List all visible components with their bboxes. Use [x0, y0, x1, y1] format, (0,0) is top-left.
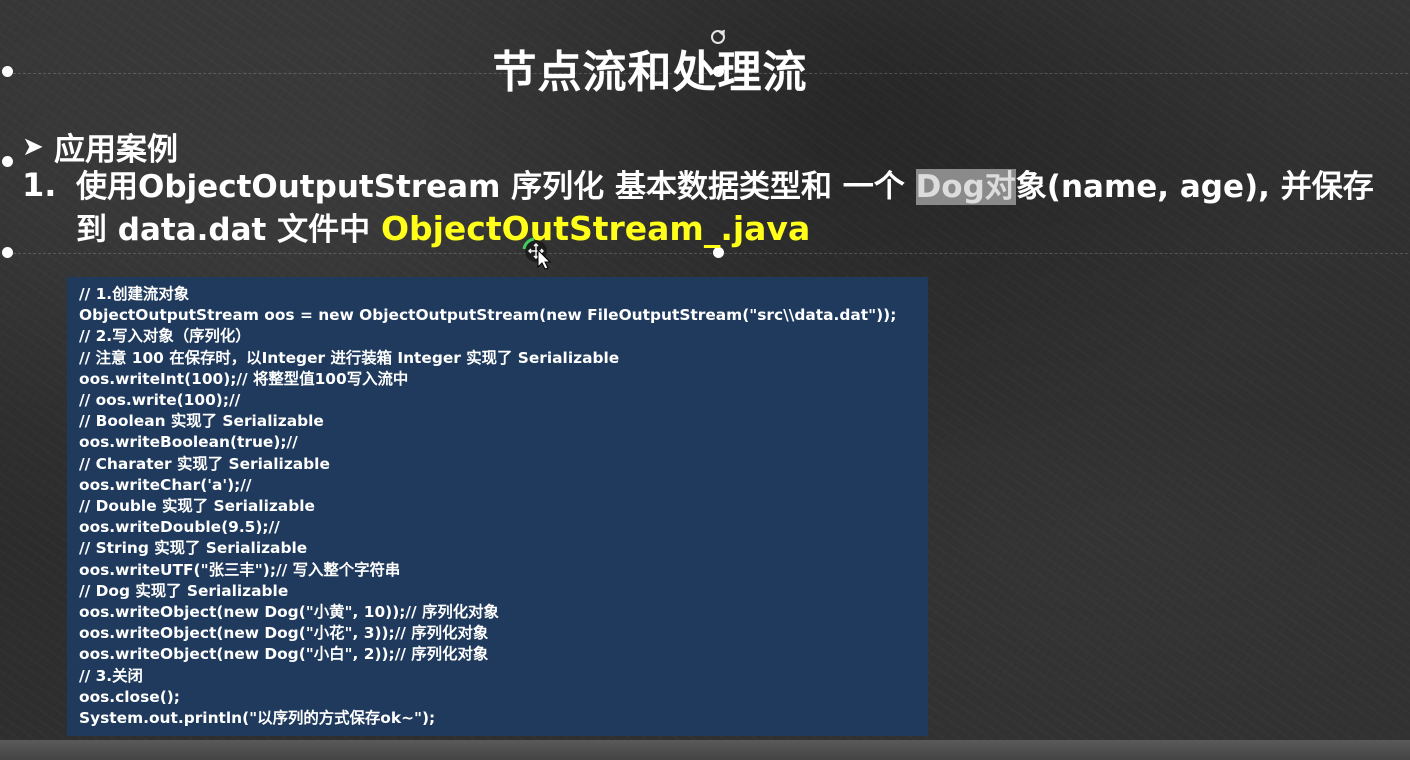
file-name-highlight: ObjectOutStream_.java: [380, 209, 811, 248]
code-line: // Charater 实现了 Serializable: [79, 454, 330, 473]
section-label: 应用案例: [54, 132, 178, 168]
code-line: oos.writeChar('a');//: [79, 475, 252, 494]
item-description[interactable]: 使用ObjectOutputStream 序列化 基本数据类型和 一个 Dog对…: [76, 166, 1396, 251]
code-line: oos.writeBoolean(true);//: [79, 433, 298, 452]
selection-guide-bottom: [8, 253, 1408, 254]
code-line: oos.writeInt(100);// 将整型值100写入流中: [79, 369, 409, 388]
item-number: 1.: [22, 166, 57, 204]
code-line: ObjectOutputStream oos = new ObjectOutpu…: [79, 306, 897, 325]
code-line: // Double 实现了 Serializable: [79, 497, 315, 516]
code-line: oos.writeDouble(9.5);//: [79, 518, 280, 537]
resize-handle-bottom-left[interactable]: [2, 247, 13, 258]
code-line: // 注意 100 在保存时，以Integer 进行装箱 Integer 实现了…: [79, 348, 620, 367]
move-cursor-icon: [522, 237, 552, 270]
dog-highlight: Dog对: [915, 169, 1016, 205]
code-line: // Dog 实现了 Serializable: [79, 581, 289, 600]
code-line: // 1.创建流对象: [79, 285, 190, 303]
item-text-part1: 使用ObjectOutputStream 序列化 基本数据类型和 一个: [76, 169, 916, 205]
code-line: // oos.write(100);//: [79, 391, 241, 410]
resize-handle-mid-left[interactable]: [2, 156, 13, 167]
arrow-bullet-icon: ➤: [22, 131, 44, 162]
section-heading: ➤ 应用案例: [22, 124, 178, 169]
code-line: System.out.println("以序列的方式保存ok~");: [79, 709, 436, 728]
code-line: oos.close();: [79, 687, 180, 706]
code-line: oos.writeObject(new Dog("小白", 2));// 序列化…: [79, 645, 489, 664]
code-line: // 3.关闭: [79, 666, 143, 685]
code-block: // 1.创建流对象 ObjectOutputStream oos = new …: [67, 277, 928, 736]
bottom-border-strip: [0, 740, 1410, 760]
code-line: // String 实现了 Serializable: [79, 539, 308, 558]
code-line: oos.writeObject(new Dog("小花", 3));// 序列化…: [79, 624, 489, 643]
code-line: oos.writeUTF("张三丰");// 写入整个字符串: [79, 560, 401, 579]
code-line: // Boolean 实现了 Serializable: [79, 412, 324, 431]
code-line: oos.writeObject(new Dog("小黄", 10));// 序列…: [79, 603, 499, 622]
slide-title: 节点流和处理流: [492, 47, 808, 98]
code-line: // 2.写入对象（序列化）: [79, 327, 251, 346]
